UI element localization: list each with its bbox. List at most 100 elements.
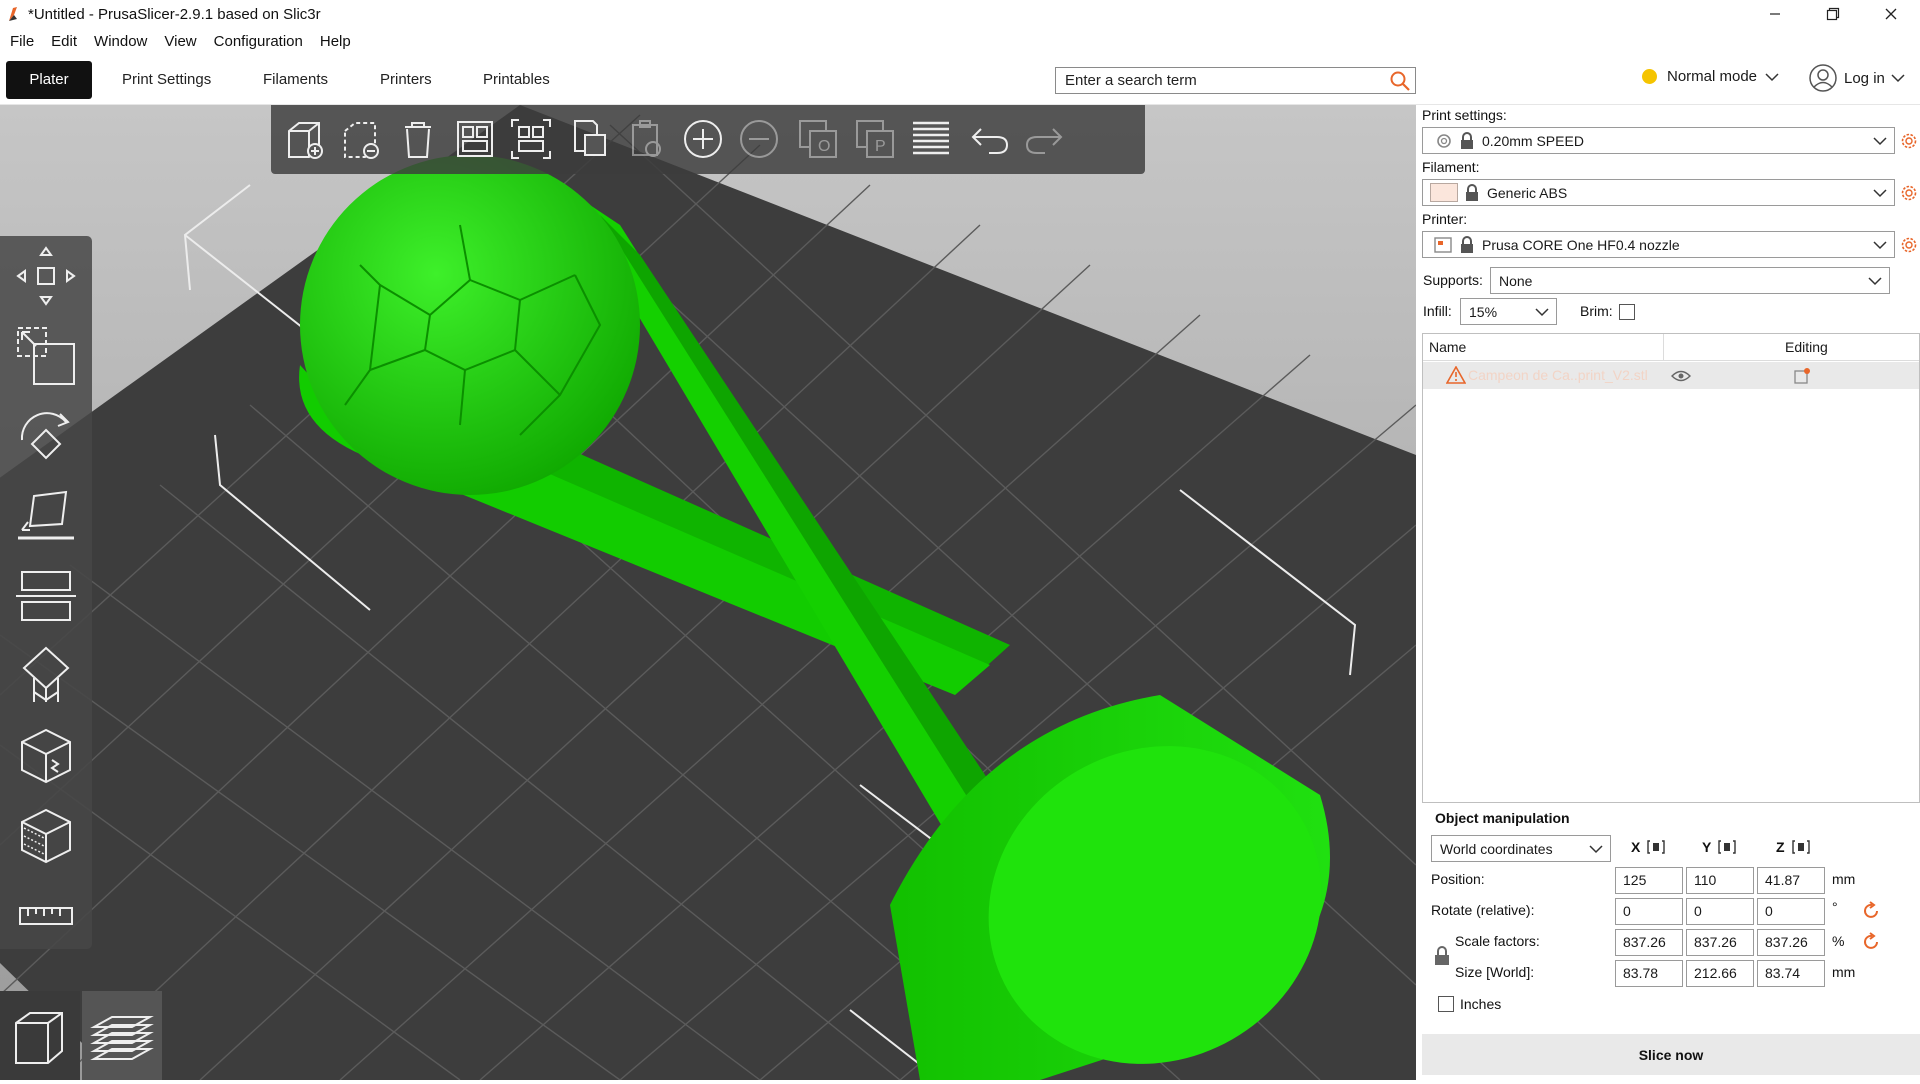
rotate-z-input[interactable]: 0 [1757,898,1825,925]
column-name-header[interactable]: Name [1429,339,1466,355]
menu-help[interactable]: Help [320,33,351,50]
restore-button[interactable] [1804,0,1862,28]
fuzzy-skin-icon[interactable] [14,804,78,868]
coordinate-system-value: World coordinates [1440,840,1553,857]
menu-bar: File Edit Window View Configuration Help [0,28,1920,55]
printer-select[interactable]: Prusa CORE One HF0.4 nozzle [1422,231,1895,258]
view-tabs [0,991,164,1080]
size-z-input[interactable]: 83.74 [1757,960,1825,987]
scale-label: Scale factors: [1455,933,1540,949]
infill-select[interactable]: 15% [1460,298,1557,325]
search-box[interactable] [1055,67,1416,94]
lock-icon [1461,131,1473,149]
position-y-input[interactable]: 110 [1686,867,1754,894]
scale-z-input[interactable]: 837.26 [1757,929,1825,956]
copy-icon[interactable] [567,117,611,161]
lock-icon [1461,235,1473,253]
drop-to-bed-y-icon[interactable] [1718,839,1736,855]
cut-icon[interactable] [14,564,78,628]
object-list-row[interactable]: Campeon de Ca..print_V2.stl [1423,362,1919,389]
position-label: Position: [1431,871,1485,887]
tab-printers[interactable]: Printers [380,61,432,99]
menu-configuration[interactable]: Configuration [214,33,303,50]
prusaslicer-logo-icon [9,7,17,21]
undo-icon[interactable] [967,117,1011,161]
edit-settings-icon[interactable] [1793,367,1811,385]
column-editing-header[interactable]: Editing [1785,339,1828,355]
3d-viewport[interactable] [0,105,1416,1080]
menu-window[interactable]: Window [94,33,147,50]
menu-view[interactable]: View [164,33,196,50]
rotate-icon[interactable] [14,404,78,468]
redo-icon[interactable] [1023,117,1067,161]
print-settings-edit-gear-icon[interactable] [1900,132,1918,150]
drop-to-bed-z-icon[interactable] [1792,839,1810,855]
measure-icon[interactable] [14,884,78,948]
seam-painting-icon[interactable] [14,724,78,788]
object-manipulation-title: Object manipulation [1435,810,1570,826]
filament-color-swatch [1430,183,1458,202]
size-unit: mm [1832,964,1856,980]
coordinate-system-select[interactable]: World coordinates [1431,835,1611,862]
axis-x-label: X [1631,839,1641,855]
close-button[interactable] [1862,0,1920,28]
split-to-objects-icon[interactable]: O [796,117,840,161]
move-icon[interactable] [14,244,78,308]
view-tab-3d[interactable] [0,991,80,1080]
filament-edit-gear-icon[interactable] [1900,184,1918,202]
login-label: Log in [1844,69,1885,87]
add-instance-icon[interactable] [681,117,725,161]
reset-rotation-icon[interactable] [1862,901,1882,921]
tab-filaments[interactable]: Filaments [263,61,328,99]
tab-plater[interactable]: Plater [6,61,92,99]
scale-icon[interactable] [14,324,78,388]
place-on-face-icon[interactable] [14,484,78,548]
printer-edit-gear-icon[interactable] [1900,236,1918,254]
minimize-button[interactable] [1746,0,1804,28]
supports-painting-icon[interactable] [14,644,78,708]
printer-value: Prusa CORE One HF0.4 nozzle [1482,236,1680,253]
size-y-input[interactable]: 212.66 [1686,960,1754,987]
tab-printables[interactable]: Printables [483,61,550,99]
minimize-icon [1770,13,1780,15]
inches-checkbox[interactable] [1438,996,1454,1012]
position-x-input[interactable]: 125 [1615,867,1683,894]
size-x-input[interactable]: 83.78 [1615,960,1683,987]
mode-selector[interactable]: Normal mode [1642,68,1783,85]
supports-select[interactable]: None [1490,267,1890,294]
left-toolbar [0,236,92,949]
remove-instance-icon[interactable] [737,117,781,161]
print-settings-select[interactable]: 0.20mm SPEED [1422,127,1895,154]
scale-y-input[interactable]: 837.26 [1686,929,1754,956]
variable-layer-height-icon[interactable] [909,117,953,161]
rotate-x-input[interactable]: 0 [1615,898,1683,925]
svg-text:P: P [875,138,886,155]
rotate-y-input[interactable]: 0 [1686,898,1754,925]
brim-checkbox[interactable] [1619,304,1635,320]
svg-text:O: O [818,138,830,155]
object-list: Name Editing Campeon de Ca..print_V2.stl [1422,333,1920,803]
delete-all-icon[interactable] [396,117,440,161]
menu-file[interactable]: File [10,33,34,50]
menu-edit[interactable]: Edit [51,33,77,50]
scale-x-input[interactable]: 837.26 [1615,929,1683,956]
search-icon[interactable] [1388,69,1412,93]
tab-bar: Plater Print Settings Filaments Printers… [0,55,1920,105]
filament-select[interactable]: Generic ABS [1422,179,1895,206]
arrange-icon[interactable] [453,117,497,161]
login-button[interactable]: Log in [1808,63,1909,93]
paste-icon[interactable] [623,117,667,161]
position-z-input[interactable]: 41.87 [1757,867,1825,894]
search-input[interactable] [1056,68,1376,93]
slice-now-button[interactable]: Slice now [1422,1034,1920,1075]
delete-icon[interactable] [339,117,383,161]
view-tab-preview[interactable] [82,991,162,1080]
add-icon[interactable] [283,117,327,161]
tab-print-settings[interactable]: Print Settings [122,61,211,99]
split-to-parts-icon[interactable]: P [853,117,897,161]
drop-to-bed-x-icon[interactable] [1647,839,1665,855]
eye-icon[interactable] [1671,369,1691,383]
lock-scale-icon[interactable] [1434,946,1450,966]
reset-scale-icon[interactable] [1862,932,1882,952]
arrange-selection-icon[interactable] [509,117,553,161]
